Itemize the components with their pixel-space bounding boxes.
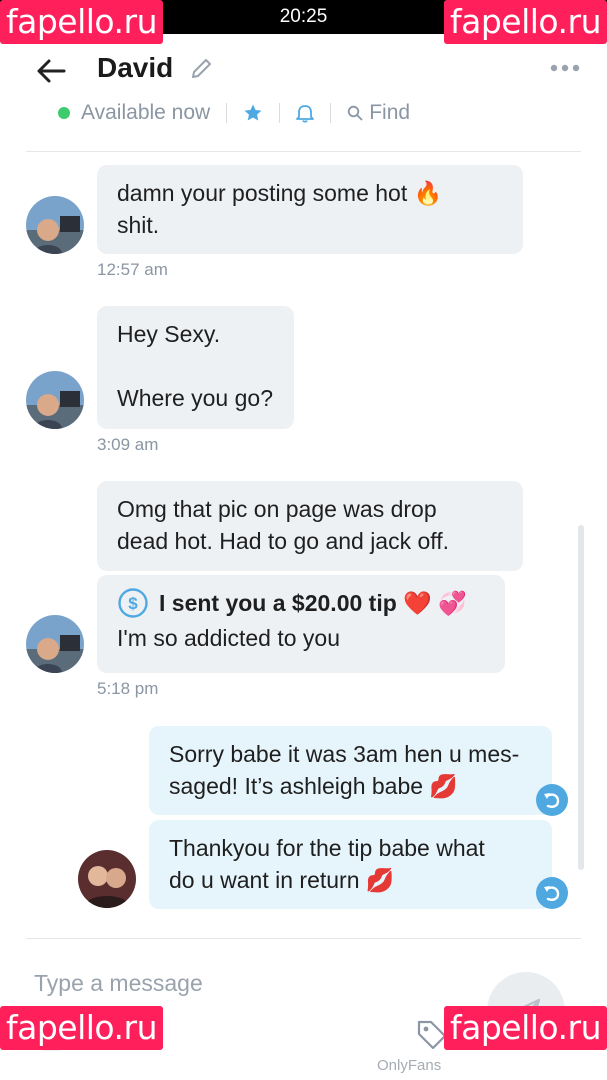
status-row: Available now Find <box>58 98 410 128</box>
watermark: fapello.ru <box>443 1006 607 1050</box>
message-text: Hey Sexy. <box>117 321 221 347</box>
message-time: 3:09 am <box>97 435 159 454</box>
tip-message: $ I sent you a $20.00 tip ❤️ 💞 I'm so ad… <box>97 575 505 673</box>
message-text: shit. <box>117 212 160 238</box>
contact-avatar[interactable] <box>26 196 84 254</box>
message-text: damn your posting some hot 🔥 <box>117 180 443 206</box>
user-avatar[interactable] <box>78 850 136 908</box>
contact-avatar[interactable] <box>26 615 84 673</box>
undo-icon[interactable] <box>536 784 568 816</box>
pencil-icon[interactable] <box>188 56 214 82</box>
message-text: Sorry babe it was 3am hen u mes- <box>169 741 520 767</box>
undo-icon[interactable] <box>536 877 568 909</box>
contact-avatar[interactable] <box>26 371 84 429</box>
watermark: fapello.ru <box>0 1006 164 1050</box>
star-icon[interactable] <box>243 103 263 123</box>
back-arrow-icon[interactable] <box>34 54 68 88</box>
bell-icon[interactable] <box>296 103 315 123</box>
scrollbar[interactable] <box>578 525 584 870</box>
dollar-coin-icon: $ <box>118 588 148 618</box>
availability-status: Available now <box>81 101 211 124</box>
footer-brand: OnlyFans <box>377 1057 442 1074</box>
more-options-icon[interactable] <box>549 58 581 78</box>
message-text: dead hot. Had to go and jack off. <box>117 528 450 554</box>
outgoing-message: Sorry babe it was 3am hen u mes- saged! … <box>149 726 552 815</box>
watermark: fapello.ru <box>0 0 164 44</box>
composer-divider <box>26 938 581 939</box>
outgoing-message: Thankyou for the tip babe what do u want… <box>149 820 552 909</box>
search-icon[interactable] <box>347 105 363 121</box>
svg-text:$: $ <box>128 594 138 613</box>
chat-header: David Available now Find <box>0 34 607 152</box>
incoming-message: Omg that pic on page was drop dead hot. … <box>97 481 523 571</box>
message-time: 12:57 am <box>97 260 168 279</box>
message-text: Where you go? <box>117 385 273 411</box>
incoming-message: Hey Sexy. Where you go? <box>97 306 294 429</box>
divider <box>279 103 281 123</box>
message-text: do u want in return 💋 <box>169 867 395 893</box>
message-text: I'm so addicted to you <box>117 625 341 651</box>
online-dot-icon <box>58 107 70 119</box>
header-divider <box>26 151 581 152</box>
tip-text: I sent you a $20.00 tip ❤️ 💞 <box>159 590 467 616</box>
tip-line: $ I sent you a $20.00 tip ❤️ 💞 <box>117 587 485 619</box>
find-button[interactable]: Find <box>369 101 410 125</box>
message-input[interactable] <box>32 962 456 1004</box>
watermark: fapello.ru <box>443 0 607 44</box>
message-text: saged! It’s ashleigh babe 💋 <box>169 773 459 799</box>
message-text-blank <box>117 350 274 382</box>
divider <box>330 103 332 123</box>
contact-name[interactable]: David <box>97 52 173 84</box>
message-text: Thankyou for the tip babe what <box>169 835 485 861</box>
divider <box>226 103 228 123</box>
message-time: 5:18 pm <box>97 679 159 698</box>
message-text: Omg that pic on page was drop <box>117 496 437 522</box>
incoming-message: damn your posting some hot 🔥 shit. <box>97 165 523 254</box>
